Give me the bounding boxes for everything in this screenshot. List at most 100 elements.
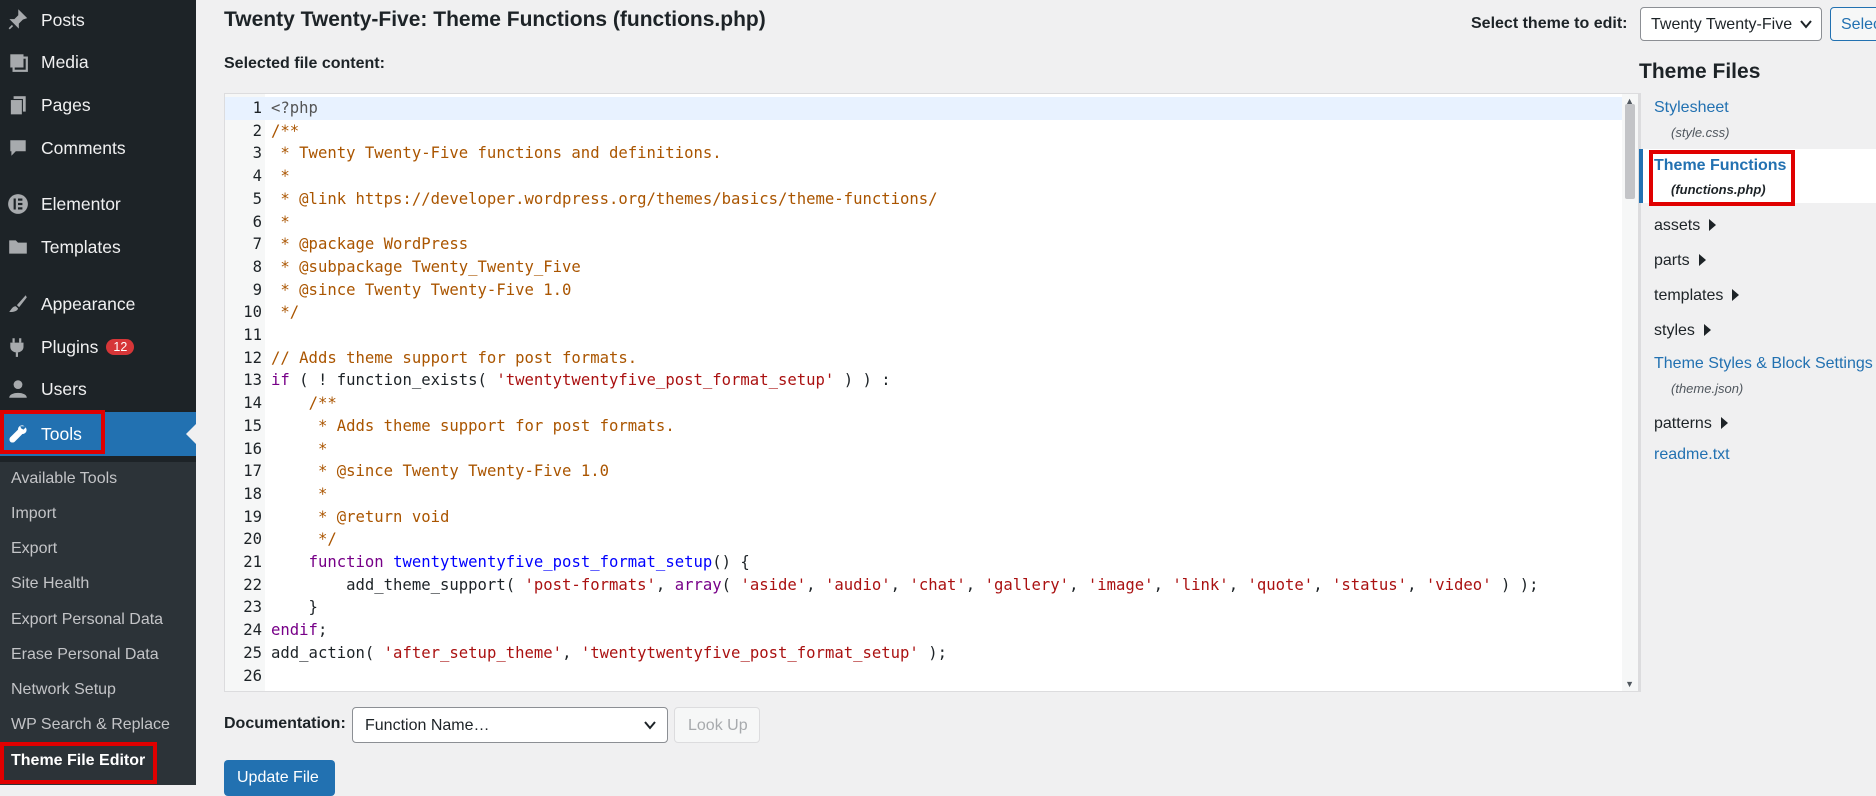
code-token: * @return void: [308, 507, 450, 526]
code-line[interactable]: 9 * @since Twenty Twenty-Five 1.0: [225, 279, 1625, 302]
sidebar-item-label: Templates: [41, 236, 121, 257]
look-up-button[interactable]: Look Up: [674, 707, 760, 743]
tools-submenu: Available Tools Import Export Site Healt…: [0, 462, 196, 785]
sidebar-item-label: Users: [41, 378, 87, 399]
sidebar-item-label: Comments: [41, 137, 126, 158]
code-token: 'image': [1087, 575, 1154, 594]
code-text: /**: [271, 120, 299, 143]
code-line[interactable]: 22 add_theme_support( 'post-formats', ar…: [225, 574, 1625, 597]
code-line[interactable]: 1 <?php: [225, 97, 1625, 120]
code-line[interactable]: 2 /**: [225, 120, 1625, 143]
submenu-item-import[interactable]: Import: [11, 505, 56, 523]
folder-patterns[interactable]: patterns: [1654, 415, 1728, 433]
sidebar-item-media[interactable]: Media: [0, 42, 196, 82]
submenu-item-wp-search-replace[interactable]: WP Search & Replace: [11, 716, 170, 734]
admin-sidebar: Posts Media Pages Comments Elementor Tem…: [0, 0, 196, 785]
file-link-theme-json[interactable]: Theme Styles & Block Settings: [1654, 355, 1873, 373]
update-file-button[interactable]: Update File: [224, 760, 335, 796]
submenu-item-network-setup[interactable]: Network Setup: [11, 681, 116, 699]
sidebar-item-label: Pages: [41, 94, 91, 115]
submenu-item-site-health[interactable]: Site Health: [11, 575, 89, 593]
code-line[interactable]: 24 endif;: [225, 619, 1625, 642]
media-icon: [10, 54, 28, 72]
code-token: ;: [317, 621, 328, 640]
scrollbar-thumb[interactable]: [1625, 104, 1635, 199]
file-link-stylesheet[interactable]: Stylesheet: [1654, 99, 1729, 117]
code-line[interactable]: 5 * @link https://developer.wordpress.or…: [225, 188, 1625, 211]
code-token: 'quote': [1247, 575, 1314, 594]
code-line[interactable]: 7 * @package WordPress: [225, 233, 1625, 256]
code-line[interactable]: 26: [225, 665, 1625, 688]
file-link-readme[interactable]: readme.txt: [1654, 446, 1730, 464]
code-line[interactable]: 19 * @return void: [225, 506, 1625, 529]
submenu-item-export[interactable]: Export: [11, 540, 57, 558]
code-token: ,: [1313, 575, 1332, 594]
code-token: *: [271, 167, 290, 186]
code-line[interactable]: 14 /**: [225, 392, 1625, 415]
folder-templates[interactable]: templates: [1654, 287, 1740, 305]
code-line[interactable]: 11: [225, 324, 1625, 347]
code-token: ) );: [1491, 575, 1539, 594]
code-token: ,: [1407, 575, 1426, 594]
sidebar-item-appearance[interactable]: Appearance: [0, 284, 196, 324]
code-token: add_action(: [271, 643, 384, 662]
line-number: 22: [243, 575, 262, 594]
code-line[interactable]: 23 }: [225, 596, 1625, 619]
line-number: 1: [252, 99, 262, 117]
code-line[interactable]: 13 if ( ! function_exists( 'twentytwentyf…: [225, 369, 1625, 392]
line-number: 19: [243, 507, 262, 526]
submenu-item-erase-personal-data[interactable]: Erase Personal Data: [11, 646, 159, 664]
code-token: 'twentytwentyfive_post_format_setup': [496, 371, 835, 390]
folder-icon: [9, 240, 27, 254]
code-token: */: [271, 303, 300, 322]
sidebar-item-elementor[interactable]: Elementor: [0, 184, 196, 224]
code-text: if ( ! function_exists( 'twentytwentyfiv…: [271, 369, 891, 392]
code-line[interactable]: 17 * @since Twenty Twenty-Five 1.0: [225, 460, 1625, 483]
code-token: ,: [655, 575, 675, 594]
code-line[interactable]: 12 // Adds theme support for post formats…: [225, 347, 1625, 370]
code-token: ,: [1153, 575, 1173, 594]
function-name-select[interactable]: Function Name…: [352, 707, 668, 743]
code-text: */: [271, 301, 299, 324]
code-line[interactable]: 10 */: [225, 301, 1625, 324]
select-theme-label: Select theme to edit:: [1471, 15, 1628, 32]
code-token: 'twentytwentyfive_post_format_setup': [580, 643, 919, 662]
folder-parts[interactable]: parts: [1654, 252, 1706, 270]
selected-file-content-label: Selected file content:: [224, 55, 385, 72]
submenu-item-available-tools[interactable]: Available Tools: [11, 470, 117, 488]
code-text: *: [271, 483, 327, 506]
select-theme-button[interactable]: Select: [1830, 7, 1876, 41]
code-line[interactable]: 20 */: [225, 528, 1625, 551]
code-token: endif: [271, 621, 318, 640]
scroll-down-icon[interactable]: ▼: [1625, 679, 1634, 689]
code-editor[interactable]: 1 <?php 2 /** 3 * Twenty Twenty-Five functio…: [224, 93, 1639, 692]
code-line[interactable]: 21 function twentytwentyfive_post_format…: [225, 551, 1625, 574]
sidebar-item-templates[interactable]: Templates: [0, 227, 196, 267]
code-line[interactable]: 25 add_action( 'after_setup_theme', 'twen…: [225, 642, 1625, 665]
code-line[interactable]: 3 * Twenty Twenty-Five functions and def…: [225, 142, 1625, 165]
sidebar-item-pages[interactable]: Pages: [0, 85, 196, 125]
code-line[interactable]: 16 *: [225, 438, 1625, 461]
line-number: 7: [252, 235, 262, 254]
sidebar-item-users[interactable]: Users: [0, 369, 196, 409]
code-line[interactable]: 6 *: [225, 211, 1625, 234]
sidebar-item-comments[interactable]: Comments: [0, 128, 196, 168]
code-line[interactable]: 15 * Adds theme support for post formats…: [225, 415, 1625, 438]
code-line[interactable]: 4 *: [225, 165, 1625, 188]
chevron-down-icon: [1800, 20, 1812, 29]
submenu-item-export-personal-data[interactable]: Export Personal Data: [11, 611, 163, 629]
code-line[interactable]: 18 *: [225, 483, 1625, 506]
theme-select-dropdown[interactable]: Twenty Twenty-Five: [1640, 7, 1822, 41]
folder-styles[interactable]: styles: [1654, 322, 1711, 340]
sidebar-item-posts[interactable]: Posts: [0, 0, 196, 40]
code-line[interactable]: 8 * @subpackage Twenty_Twenty_Five: [225, 256, 1625, 279]
theme-select-value: Twenty Twenty-Five: [1651, 16, 1793, 33]
code-text: * @return void: [271, 506, 449, 529]
line-number: 8: [252, 257, 262, 276]
editor-scrollbar[interactable]: ▲ ▼: [1622, 94, 1638, 691]
plug-icon: [10, 338, 24, 357]
sidebar-item-plugins[interactable]: Plugins 12: [0, 327, 196, 367]
folder-assets[interactable]: assets: [1654, 217, 1717, 235]
line-number: 9: [252, 280, 262, 299]
